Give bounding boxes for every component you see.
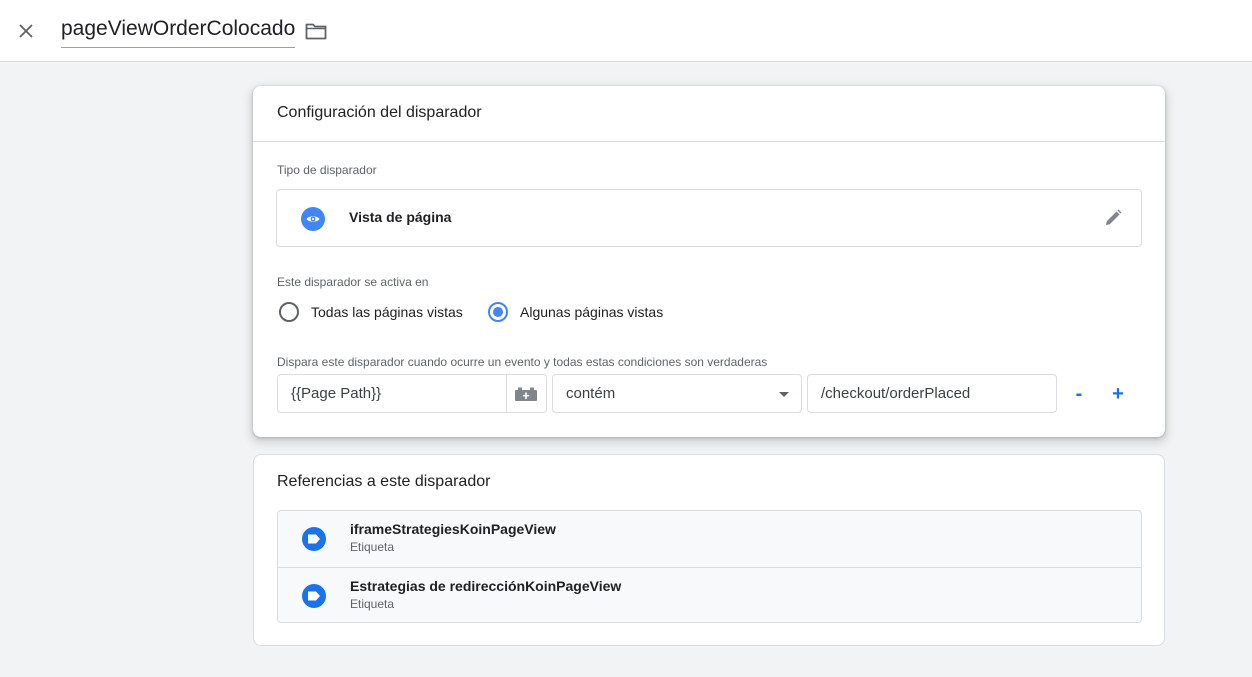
radio-label: Algunas páginas vistas	[520, 304, 664, 320]
close-icon	[19, 24, 33, 38]
trigger-type-selector[interactable]: Vista de página	[276, 189, 1142, 247]
pencil-icon	[1106, 209, 1122, 225]
radio-label: Todas las páginas vistas	[311, 304, 463, 320]
condition-value-input[interactable]: /checkout/orderPlaced	[807, 374, 1057, 413]
trigger-type-name: Vista de página	[349, 209, 452, 225]
tag-icon	[302, 584, 326, 608]
variable-field[interactable]: {{Page Path}}	[277, 374, 507, 413]
reference-name: iframeStrategiesKoinPageView	[350, 521, 556, 537]
remove-condition-button[interactable]: -	[1067, 382, 1091, 406]
edit-button[interactable]	[1101, 206, 1125, 230]
reference-type: Etiqueta	[350, 540, 395, 554]
reference-type: Etiqueta	[350, 597, 395, 611]
operator-value: contém	[566, 385, 616, 402]
top-bar: pageViewOrderColocado	[0, 0, 1252, 62]
folder-button[interactable]	[304, 19, 328, 43]
radio-button[interactable]	[279, 302, 299, 322]
trigger-configuration-card: Configuración del disparador Tipo de dis…	[253, 86, 1165, 437]
operator-select[interactable]: contém	[552, 374, 802, 413]
fires-on-label: Este disparador se activa en	[277, 275, 429, 289]
folder-icon	[305, 23, 327, 40]
eye-icon	[301, 207, 325, 231]
divider	[253, 141, 1165, 142]
trigger-references-card: Referencias a este disparador iframeStra…	[253, 454, 1165, 646]
list-item[interactable]: iframeStrategiesKoinPageView Etiqueta	[278, 511, 1141, 567]
references-list: iframeStrategiesKoinPageView Etiqueta Es…	[277, 510, 1142, 623]
card-title: Configuración del disparador	[277, 104, 482, 121]
radio-button-selected[interactable]	[488, 302, 508, 322]
variable-picker-button[interactable]	[506, 374, 547, 413]
radio-all-page-views[interactable]: Todas las páginas vistas	[279, 301, 463, 323]
trigger-type-label: Tipo de disparador	[277, 163, 377, 177]
list-item[interactable]: Estrategias de redirecciónKoinPageView E…	[278, 567, 1141, 623]
add-condition-button[interactable]: +	[1106, 382, 1130, 406]
close-button[interactable]	[12, 17, 40, 45]
card-title: Referencias a este disparador	[277, 473, 491, 490]
variable-brick-icon	[515, 387, 537, 401]
tag-icon	[302, 527, 326, 551]
condition-label: Dispara este disparador cuando ocurre un…	[277, 355, 768, 369]
reference-name: Estrategias de redirecciónKoinPageView	[350, 578, 622, 594]
chevron-down-icon	[779, 392, 789, 397]
trigger-name-input[interactable]: pageViewOrderColocado	[61, 17, 296, 48]
radio-some-page-views[interactable]: Algunas páginas vistas	[488, 301, 663, 323]
